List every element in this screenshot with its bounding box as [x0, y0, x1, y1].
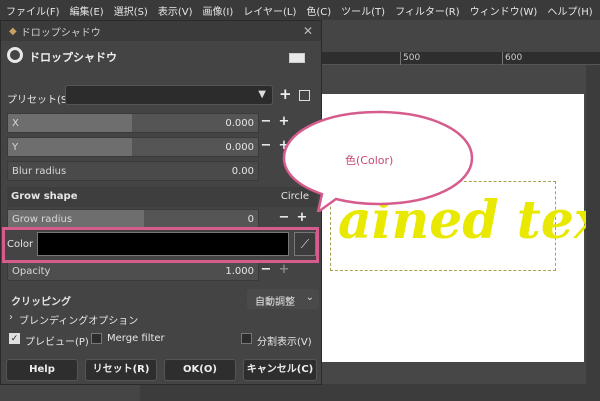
opacity-decrement-button[interactable]: −	[259, 261, 273, 281]
vertical-scrollbar[interactable]	[586, 65, 600, 401]
menu-layer[interactable]: レイヤー(L)	[243, 3, 296, 18]
split-view-checkbox[interactable]	[241, 333, 252, 344]
preview-label: プレビュー(P)	[25, 337, 89, 348]
y-label: Y	[12, 142, 19, 153]
clipping-label: クリッピング	[11, 297, 71, 308]
options-row: ✓ プレビュー(P) Merge filter 分割表示(V)	[7, 329, 317, 349]
preview-checkbox[interactable]: ✓	[9, 333, 20, 344]
color-highlight-box	[2, 227, 319, 263]
dialog-titlebar[interactable]: ◆ ドロップシャドウ ✕	[1, 21, 321, 41]
chevron-down-icon: ▼	[258, 89, 266, 100]
grow-shape-label: Grow shape	[11, 191, 78, 202]
grow-radius-value: 0	[247, 214, 254, 225]
chevron-down-icon: ⌄	[305, 292, 314, 303]
callout-text: 色(Color)	[345, 154, 394, 167]
reset-button[interactable]: リセット(R)	[85, 359, 157, 381]
ok-button[interactable]: OK(O)	[164, 359, 236, 381]
blur-radius-value: 0.00	[231, 166, 254, 177]
slider-fill	[8, 138, 132, 156]
horizontal-ruler: 500 600	[320, 52, 600, 65]
grow-radius-increment-button[interactable]: +	[295, 209, 309, 229]
grow-radius-slider[interactable]: Grow radius 0	[7, 209, 259, 229]
split-view-label: 分割表示(V)	[257, 337, 312, 348]
ruler-label-600: 600	[505, 53, 523, 63]
dialog-header: ドロップシャドウ	[1, 43, 321, 69]
canvas-preview-icon[interactable]	[289, 53, 305, 63]
merge-filter-checkbox[interactable]	[91, 333, 102, 344]
y-decrement-button[interactable]: −	[259, 137, 273, 157]
gimp-wilber-icon: ◆	[9, 25, 17, 37]
preset-menu-icon[interactable]	[299, 90, 310, 101]
blending-options-expander[interactable]: › ブレンディングオプション	[7, 309, 317, 327]
opacity-value: 1.000	[225, 266, 254, 277]
preset-select[interactable]: ▼	[65, 85, 273, 105]
menu-edit[interactable]: 編集(E)	[70, 3, 104, 18]
menu-windows[interactable]: ウィンドウ(W)	[470, 3, 538, 18]
opacity-label: Opacity	[12, 266, 51, 277]
cancel-button[interactable]: キャンセル(C)	[243, 359, 317, 381]
chevron-right-icon: ›	[9, 312, 13, 323]
x-decrement-button[interactable]: −	[259, 113, 273, 133]
drop-shadow-dialog: ◆ ドロップシャドウ ✕ ドロップシャドウ プリセット(S): ▼ + X 0.…	[0, 20, 322, 385]
add-preset-icon[interactable]: +	[279, 85, 292, 103]
merge-filter-label: Merge filter	[107, 333, 165, 344]
ruler-tick	[502, 52, 503, 65]
x-label: X	[12, 118, 19, 129]
x-value: 0.000	[225, 118, 254, 129]
opacity-slider[interactable]: Opacity 1.000	[7, 261, 259, 281]
menu-color[interactable]: 色(C)	[306, 3, 331, 18]
dialog-window-title: ドロップシャドウ	[20, 27, 101, 39]
menu-view[interactable]: 表示(V)	[158, 3, 193, 18]
grow-radius-label: Grow radius	[12, 214, 73, 225]
opacity-increment-button[interactable]: +	[277, 261, 291, 281]
gegl-logo-icon	[7, 47, 23, 63]
blur-radius-label: Blur radius	[12, 166, 67, 177]
menu-help[interactable]: ヘルプ(H)	[547, 3, 592, 18]
callout-bubble: 色(Color)	[282, 110, 475, 212]
filter-name: ドロップシャドウ	[29, 51, 117, 64]
clipping-value: 自動調整	[255, 297, 295, 308]
slider-fill	[8, 114, 132, 132]
y-offset-slider[interactable]: Y 0.000	[7, 137, 259, 157]
clipping-select[interactable]: 自動調整 ⌄	[247, 289, 319, 309]
x-offset-slider[interactable]: X 0.000	[7, 113, 259, 133]
status-bar	[140, 384, 600, 401]
ruler-label-500: 500	[403, 53, 421, 63]
close-icon[interactable]: ✕	[303, 24, 313, 38]
menu-file[interactable]: ファイル(F)	[6, 3, 60, 18]
y-value: 0.000	[225, 142, 254, 153]
menu-image[interactable]: 画像(I)	[203, 3, 234, 18]
blur-radius-slider[interactable]: Blur radius 0.00	[7, 161, 259, 181]
blending-options-label: ブレンディングオプション	[19, 316, 139, 327]
help-button[interactable]: Help	[6, 359, 78, 381]
menu-bar: ファイル(F) 編集(E) 選択(S) 表示(V) 画像(I) レイヤー(L) …	[0, 0, 600, 20]
grow-radius-decrement-button[interactable]: −	[277, 209, 291, 229]
grow-shape-row[interactable]: Grow shape Circle	[7, 187, 317, 207]
menu-tools[interactable]: ツール(T)	[341, 3, 385, 18]
ruler-tick	[400, 52, 401, 65]
clipping-row: クリッピング 自動調整 ⌄	[7, 289, 319, 309]
menu-filters[interactable]: フィルター(R)	[395, 3, 460, 18]
menu-select[interactable]: 選択(S)	[114, 3, 148, 18]
